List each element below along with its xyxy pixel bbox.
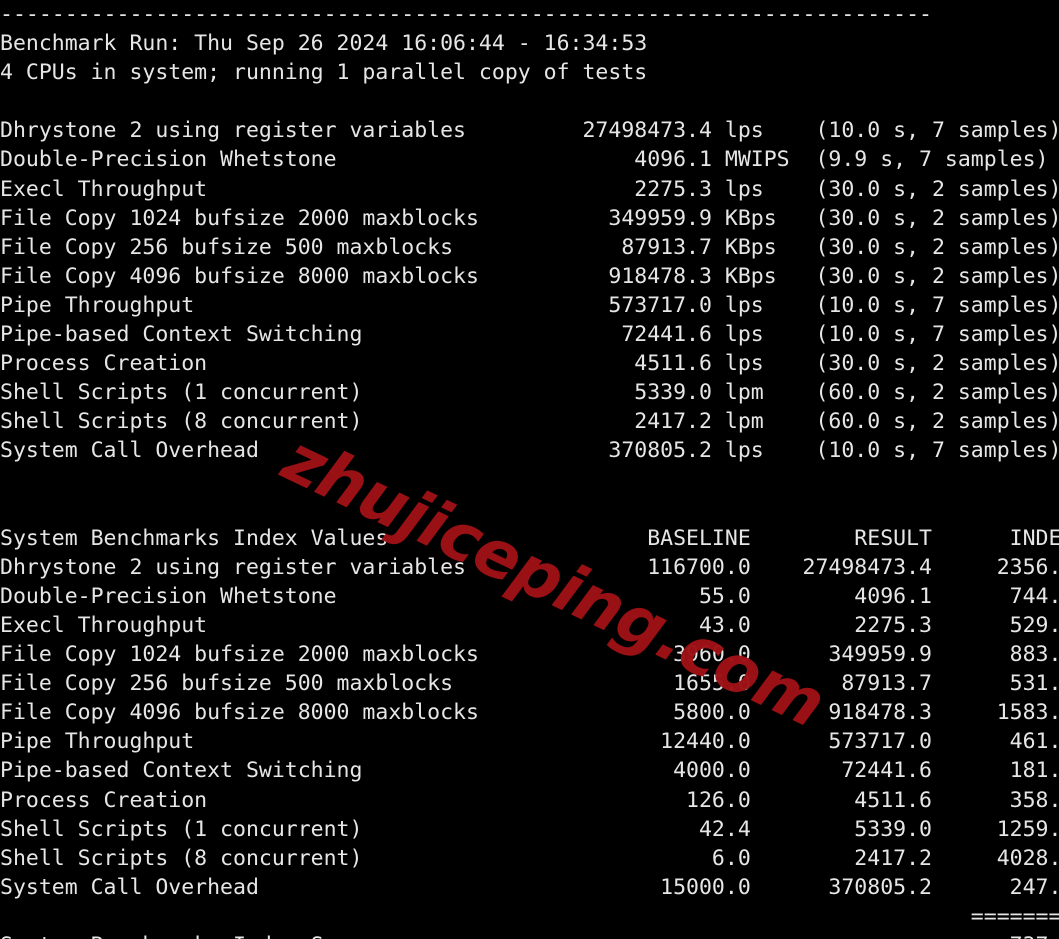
index-table-row: Pipe-based Context Switching 4000.0 7244… — [0, 758, 1059, 784]
index-table-row: Process Creation 126.0 4511.6 358.1 — [0, 787, 1059, 813]
index-table-row: Execl Throughput 43.0 2275.3 529.1 — [0, 612, 1059, 638]
index-table-row: Shell Scripts (8 concurrent) 6.0 2417.2 … — [0, 845, 1059, 871]
benchmark-run-line: Benchmark Run: Thu Sep 26 2024 16:06:44 … — [0, 31, 648, 57]
result-row: Dhrystone 2 using register variables 274… — [0, 118, 1059, 144]
cpu-count-line: 4 CPUs in system; running 1 parallel cop… — [0, 60, 648, 86]
result-row: Process Creation 4511.6 lps (30.0 s, 2 s… — [0, 351, 1059, 377]
index-table-row: Pipe Throughput 12440.0 573717.0 461.2 — [0, 729, 1059, 755]
index-score-line: System Benchmarks Index Score 737.5 — [0, 931, 1059, 939]
result-row: File Copy 256 bufsize 500 maxblocks 8791… — [0, 234, 1059, 260]
top-separator: ----------------------------------------… — [0, 2, 932, 27]
index-table-row: File Copy 256 bufsize 500 maxblocks 1655… — [0, 671, 1059, 697]
result-row: System Call Overhead 370805.2 lps (10.0 … — [0, 438, 1059, 464]
index-table-row: Shell Scripts (1 concurrent) 42.4 5339.0… — [0, 816, 1059, 842]
result-row: File Copy 1024 bufsize 2000 maxblocks 34… — [0, 205, 1059, 231]
index-table-row: File Copy 4096 bufsize 8000 maxblocks 58… — [0, 700, 1059, 726]
result-row: File Copy 4096 bufsize 8000 maxblocks 91… — [0, 263, 1059, 289]
result-row: Double-Precision Whetstone 4096.1 MWIPS … — [0, 147, 1049, 173]
index-table-row: Dhrystone 2 using register variables 116… — [0, 554, 1059, 580]
result-row: Execl Throughput 2275.3 lps (30.0 s, 2 s… — [0, 176, 1059, 202]
result-row: Pipe Throughput 573717.0 lps (10.0 s, 7 … — [0, 292, 1059, 318]
score-separator: ======== — [0, 903, 1059, 929]
index-table-row: File Copy 1024 bufsize 2000 maxblocks 39… — [0, 642, 1059, 668]
index-table-row: System Call Overhead 15000.0 370805.2 24… — [0, 874, 1059, 900]
index-table-header: System Benchmarks Index Values BASELINE … — [0, 525, 1059, 551]
result-row: Pipe-based Context Switching 72441.6 lps… — [0, 322, 1059, 348]
result-row: Shell Scripts (8 concurrent) 2417.2 lpm … — [0, 409, 1059, 435]
index-table-row: Double-Precision Whetstone 55.0 4096.1 7… — [0, 583, 1059, 609]
result-row: Shell Scripts (1 concurrent) 5339.0 lpm … — [0, 380, 1059, 406]
terminal-output: ----------------------------------------… — [0, 0, 1059, 939]
